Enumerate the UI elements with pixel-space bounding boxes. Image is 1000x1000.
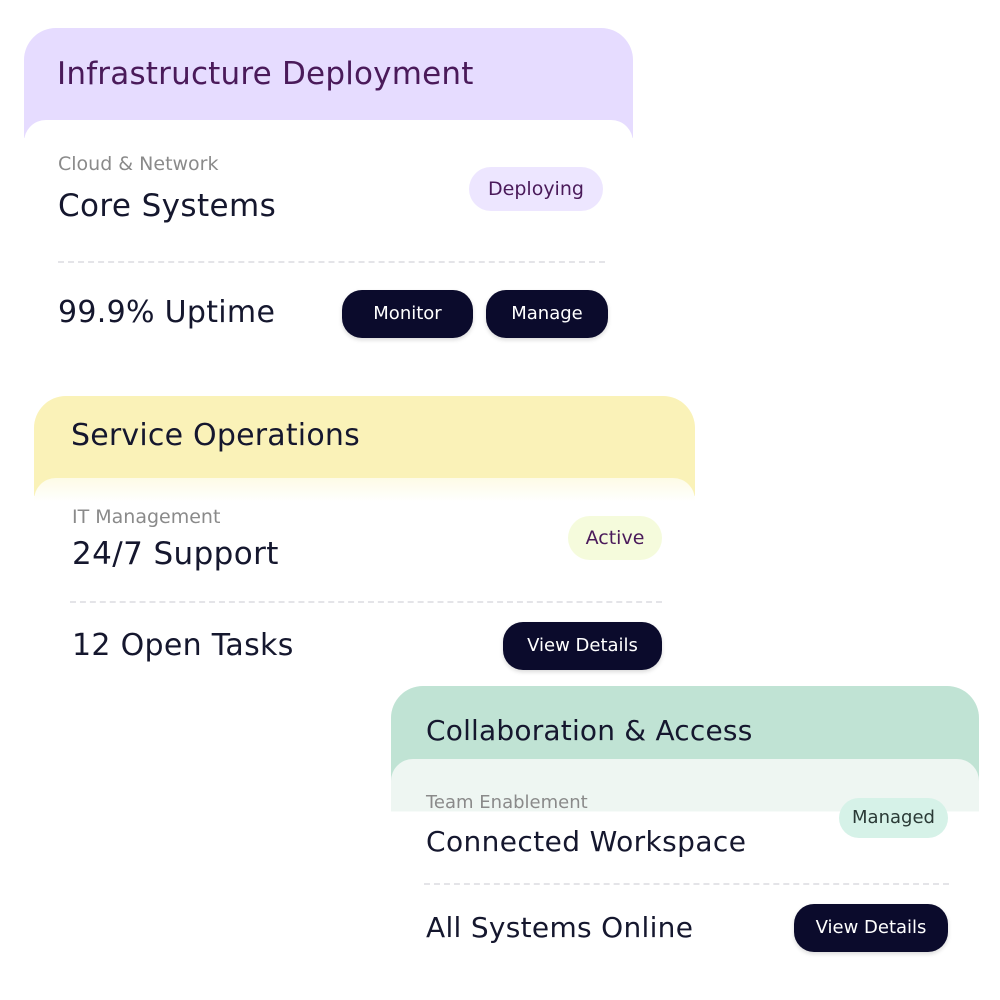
status-badge: Active <box>568 516 662 560</box>
card-body: Cloud & Network Core Systems Deploying 9… <box>24 120 633 358</box>
open-tasks-stat: 12 Open Tasks <box>72 628 294 663</box>
service-operations-card: Service Operations IT Management 24/7 Su… <box>34 396 695 696</box>
card-main-title: Connected Workspace <box>426 825 747 858</box>
card-subtitle: IT Management <box>72 506 221 528</box>
card-title: Collaboration & Access <box>426 714 753 747</box>
card-title: Infrastructure Deployment <box>57 56 474 92</box>
collaboration-access-card: Collaboration & Access Team Enablement C… <box>391 686 979 986</box>
view-details-button[interactable]: View Details <box>794 904 948 952</box>
status-badge: Deploying <box>469 167 603 211</box>
dashed-divider <box>424 883 949 885</box>
monitor-button[interactable]: Monitor <box>342 290 473 338</box>
card-main-title: Core Systems <box>58 188 277 224</box>
view-details-button[interactable]: View Details <box>503 622 662 670</box>
uptime-stat: 99.9% Uptime <box>58 295 276 330</box>
dashed-divider <box>58 261 605 263</box>
manage-button[interactable]: Manage <box>486 290 608 338</box>
infrastructure-deployment-card: Infrastructure Deployment Cloud & Networ… <box>24 28 633 358</box>
card-subtitle: Team Enablement <box>426 792 588 813</box>
card-body: IT Management 24/7 Support Active 12 Ope… <box>34 478 695 696</box>
status-badge: Managed <box>839 798 948 838</box>
dashed-divider <box>70 601 662 603</box>
card-title: Service Operations <box>71 418 360 453</box>
card-body: Team Enablement Connected Workspace Mana… <box>391 759 979 986</box>
card-subtitle: Cloud & Network <box>58 153 219 175</box>
card-main-title: 24/7 Support <box>72 536 279 572</box>
systems-status-stat: All Systems Online <box>426 911 694 944</box>
